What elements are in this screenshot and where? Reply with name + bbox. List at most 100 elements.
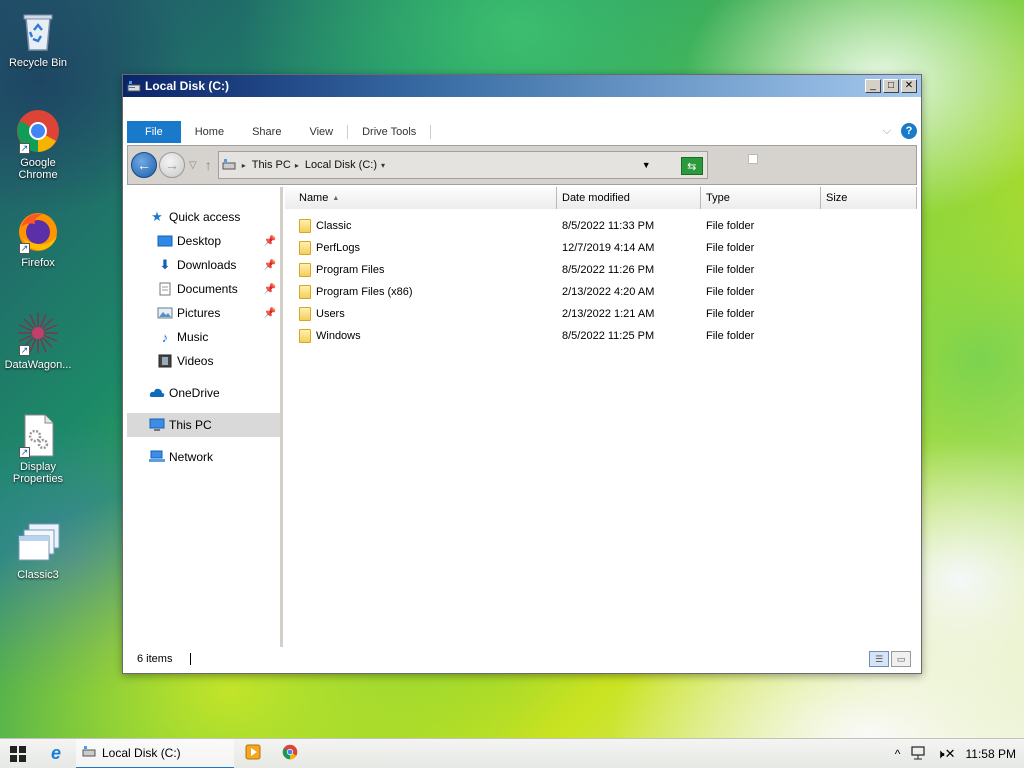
table-row[interactable]: Classic 8/5/2022 11:33 PM File folder: [285, 215, 917, 237]
classic3-icon: [15, 520, 61, 566]
desktop-icon-datawagon[interactable]: ↗ DataWagon...: [0, 310, 76, 371]
desktop-icon-firefox[interactable]: ↗ Firefox: [0, 208, 76, 269]
network-status-icon[interactable]: [910, 745, 926, 763]
cell-date: 8/5/2022 11:33 PM: [562, 220, 655, 232]
large-icons-view-button[interactable]: ▭: [891, 651, 911, 667]
navigation-pane: ★ Quick access Desktop 📌 ⬇ Downloads 📌 D…: [127, 187, 283, 647]
table-row[interactable]: Program Files 8/5/2022 11:26 PM File fol…: [285, 259, 917, 281]
folder-icon: [299, 219, 311, 233]
expand-ribbon-chevron-icon[interactable]: ⌵: [883, 125, 891, 138]
breadcrumb-local-disk[interactable]: Local Disk (C:): [305, 159, 377, 171]
cell-date: 8/5/2022 11:25 PM: [562, 330, 655, 342]
table-row[interactable]: Windows 8/5/2022 11:25 PM File folder: [285, 325, 917, 347]
chrome-icon: [282, 744, 298, 763]
column-header-size[interactable]: Size: [821, 187, 917, 209]
column-header-name[interactable]: Name ▲: [285, 187, 557, 209]
chrome-icon: ↗: [15, 108, 61, 154]
up-arrow-icon[interactable]: ↑: [205, 157, 212, 173]
taskbar-internet-explorer[interactable]: e: [36, 739, 76, 768]
show-hidden-icons-chevron-icon[interactable]: ^: [895, 747, 901, 761]
item-count: 6 items: [137, 653, 173, 665]
search-input[interactable]: [747, 154, 758, 164]
shortcut-arrow-icon: ↗: [19, 345, 30, 356]
tab-share[interactable]: Share: [238, 121, 295, 143]
network-icon: [149, 449, 165, 465]
recycle-bin-icon: [15, 8, 61, 54]
tab-home[interactable]: Home: [181, 121, 238, 143]
document-icon: [157, 281, 173, 297]
nav-onedrive[interactable]: OneDrive: [127, 381, 280, 405]
breadcrumb-chevron-icon[interactable]: ▾: [381, 161, 385, 170]
breadcrumb-chevron-icon[interactable]: ▸: [242, 161, 246, 170]
cell-date: 2/13/2022 4:20 AM: [562, 286, 655, 298]
nav-videos[interactable]: Videos: [127, 349, 280, 373]
taskbar-file-explorer-window[interactable]: Local Disk (C:): [76, 738, 234, 768]
tab-drive-tools[interactable]: Drive Tools: [348, 121, 430, 143]
address-dropdown-icon[interactable]: ▼: [642, 160, 651, 170]
details-view-button[interactable]: ☰: [869, 651, 889, 667]
internet-explorer-icon: e: [50, 743, 61, 763]
nav-pictures[interactable]: Pictures 📌: [127, 301, 280, 325]
cell-name: Users: [285, 307, 557, 321]
maximize-button[interactable]: □: [883, 79, 899, 93]
tab-view[interactable]: View: [295, 121, 347, 143]
close-button[interactable]: ✕: [901, 79, 917, 93]
desktop-icon-display-properties[interactable]: ↗ Display Properties: [0, 412, 76, 485]
forward-button[interactable]: →: [159, 152, 185, 178]
nav-this-pc[interactable]: This PC: [127, 413, 280, 437]
table-row[interactable]: Program Files (x86) 2/13/2022 4:20 AM Fi…: [285, 281, 917, 303]
nav-downloads[interactable]: ⬇ Downloads 📌: [127, 253, 280, 277]
taskbar-google-chrome[interactable]: [272, 739, 308, 768]
taskbar-media-player[interactable]: [234, 739, 272, 768]
drive-icon: [82, 745, 96, 760]
window-title: Local Disk (C:): [145, 79, 230, 93]
cell-date: 8/5/2022 11:26 PM: [562, 264, 655, 276]
datawagon-icon: ↗: [15, 310, 61, 356]
desktop-icon-recycle-bin[interactable]: Recycle Bin: [0, 8, 76, 69]
file-name: Classic: [316, 220, 352, 232]
volume-muted-icon[interactable]: 🕨✕: [936, 746, 955, 762]
nav-label: OneDrive: [169, 386, 220, 400]
desktop-icon-google-chrome[interactable]: ↗ Google Chrome: [0, 108, 76, 181]
file-name: PerfLogs: [316, 242, 361, 254]
column-header-date[interactable]: Date modified: [557, 187, 701, 209]
title-bar[interactable]: Local Disk (C:): [123, 75, 921, 97]
tab-file[interactable]: File: [127, 121, 181, 143]
nav-label: Music: [177, 330, 209, 344]
file-name: Users: [316, 308, 345, 320]
file-rows: Classic 8/5/2022 11:33 PM File folder Pe…: [285, 209, 917, 347]
nav-documents[interactable]: Documents 📌: [127, 277, 280, 301]
desktop-icon-classic3[interactable]: Classic3: [0, 520, 76, 581]
nav-quick-access[interactable]: ★ Quick access: [127, 205, 280, 229]
column-label: Size: [826, 192, 848, 204]
taskbar: e Local Disk (C:) ^ 🕨✕ 11:58 PM: [0, 738, 1024, 768]
table-row[interactable]: PerfLogs 12/7/2019 4:14 AM File folder: [285, 237, 917, 259]
cell-name: Windows: [285, 329, 557, 343]
drive-icon: [127, 79, 141, 93]
nav-label: Network: [169, 450, 214, 464]
drive-icon: [222, 158, 236, 173]
nav-label: Desktop: [177, 234, 222, 248]
cell-name: PerfLogs: [285, 241, 557, 255]
shortcut-arrow-icon: ↗: [19, 447, 30, 458]
nav-music[interactable]: ♪ Music: [127, 325, 280, 349]
start-button[interactable]: [0, 739, 36, 768]
column-header-type[interactable]: Type: [701, 187, 821, 209]
cloud-icon: [149, 385, 165, 401]
refresh-button[interactable]: ⇆: [680, 157, 703, 175]
clock[interactable]: 11:58 PM: [966, 747, 1016, 761]
star-icon: ★: [151, 209, 163, 224]
nav-network[interactable]: Network: [127, 445, 280, 469]
breadcrumb-this-pc[interactable]: This PC: [252, 159, 291, 171]
breadcrumb-chevron-icon[interactable]: ▸: [295, 161, 299, 170]
table-row[interactable]: Users 2/13/2022 1:21 AM File folder: [285, 303, 917, 325]
recent-locations-chevron-icon[interactable]: ▽: [189, 160, 197, 171]
back-button[interactable]: ←: [131, 152, 157, 178]
address-bar[interactable]: ▸ This PC ▸ Local Disk (C:) ▾ ▼ ⇆: [217, 151, 708, 179]
help-button[interactable]: ?: [901, 123, 917, 139]
nav-desktop[interactable]: Desktop 📌: [127, 229, 280, 253]
desktop-icon-label: DataWagon...: [4, 359, 72, 371]
minimize-button[interactable]: _: [865, 79, 881, 93]
nav-label: Videos: [177, 354, 214, 368]
